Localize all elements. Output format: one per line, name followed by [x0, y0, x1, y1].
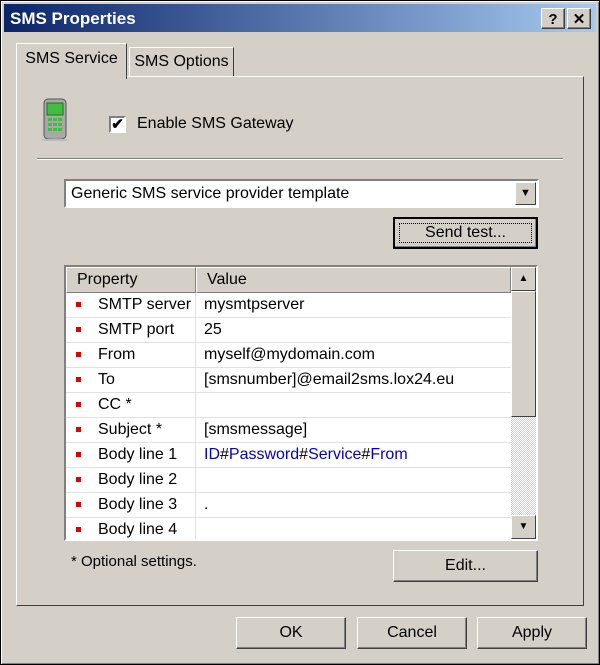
property-value: 25	[204, 321, 222, 338]
bullet-icon	[76, 302, 81, 307]
property-value: .	[204, 496, 209, 513]
property-name: Body line 2	[98, 471, 178, 488]
bullet-icon	[76, 352, 81, 357]
table-row[interactable]: From myself@mydomain.com	[66, 343, 511, 368]
provider-template-select[interactable]: Generic SMS service provider template ▼	[64, 179, 539, 208]
divider	[37, 158, 563, 160]
column-header-property[interactable]: Property	[66, 267, 196, 293]
cancel-button[interactable]: Cancel	[357, 617, 467, 649]
enable-sms-gateway-checkbox[interactable]: ✔	[109, 116, 126, 133]
property-name: SMTP port	[98, 321, 175, 338]
phone-icon	[41, 98, 69, 141]
table-row[interactable]: SMTP port 25	[66, 318, 511, 343]
value-token: Password	[228, 446, 300, 463]
property-name: To	[98, 371, 115, 388]
property-value: [smsmessage]	[204, 421, 308, 438]
help-button[interactable]: ?	[541, 8, 565, 29]
send-test-button[interactable]: Send test...	[393, 217, 538, 249]
table-row[interactable]: Subject * [smsmessage]	[66, 418, 511, 443]
value-token: From	[370, 446, 408, 463]
value-token: ID	[204, 446, 220, 463]
value-separator: #	[299, 446, 309, 463]
table-row[interactable]: CC *	[66, 393, 511, 418]
close-button[interactable]: ✕	[567, 8, 591, 29]
scroll-up-icon[interactable]: ▲	[511, 267, 536, 291]
property-name: Body line 4	[98, 521, 178, 538]
table-row[interactable]: Body line 2	[66, 468, 511, 493]
bullet-icon	[76, 527, 81, 532]
edit-button[interactable]: Edit...	[393, 550, 538, 582]
property-name: Subject *	[98, 421, 163, 438]
property-value: myself@mydomain.com	[204, 346, 375, 363]
table-row[interactable]: SMTP server mysmtpserver	[66, 293, 511, 318]
chevron-down-icon[interactable]: ▼	[515, 182, 536, 205]
table-row[interactable]: Body line 1 ID#Password#Service#From	[66, 443, 511, 468]
vertical-scrollbar[interactable]: ▲ ▼	[511, 267, 536, 539]
tab-sms-service[interactable]: SMS Service	[16, 43, 127, 79]
grid-header: Property Value	[66, 267, 511, 293]
value-token: Service	[308, 446, 362, 463]
property-name: CC *	[98, 396, 132, 413]
enable-sms-gateway-label: Enable SMS Gateway	[137, 115, 294, 132]
property-value	[198, 471, 204, 488]
window-title: SMS Properties	[10, 9, 136, 28]
table-row[interactable]: Body line 4	[66, 518, 511, 539]
scroll-down-icon[interactable]: ▼	[511, 515, 536, 539]
value-separator: #	[220, 446, 229, 463]
bullet-icon	[76, 402, 81, 407]
bullet-icon	[76, 477, 81, 482]
property-value: mysmtpserver	[204, 296, 305, 313]
ok-button[interactable]: OK	[236, 617, 346, 649]
property-grid: Property Value SMTP server mysmtpserver …	[64, 265, 538, 541]
scroll-thumb[interactable]	[511, 291, 536, 417]
property-value: ID#Password#Service#From	[198, 446, 408, 463]
focus-rect	[399, 223, 532, 243]
property-value	[198, 396, 204, 413]
bullet-icon	[76, 502, 81, 507]
value-separator: #	[361, 446, 371, 463]
provider-template-value: Generic SMS service provider template	[71, 185, 350, 202]
bullet-icon	[76, 327, 81, 332]
property-name: Body line 3	[98, 496, 178, 513]
sms-properties-dialog: SMS Properties ? ✕ SMS Service SMS Optio…	[0, 0, 600, 665]
property-name: Body line 1	[98, 446, 178, 463]
tab-sms-options[interactable]: SMS Options	[129, 47, 234, 77]
table-row[interactable]: Body line 3 .	[66, 493, 511, 518]
property-value: [smsnumber]@email2sms.lox24.eu	[204, 371, 455, 388]
title-bar: SMS Properties ? ✕	[4, 4, 596, 32]
property-name: From	[98, 346, 136, 363]
bullet-icon	[76, 377, 81, 382]
property-value	[198, 521, 204, 538]
optional-settings-note: * Optional settings.	[71, 553, 197, 570]
apply-button[interactable]: Apply	[477, 617, 587, 649]
column-header-value[interactable]: Value	[196, 267, 511, 293]
table-row[interactable]: To [smsnumber]@email2sms.lox24.eu	[66, 368, 511, 393]
bullet-icon	[76, 452, 81, 457]
bullet-icon	[76, 427, 81, 432]
property-name: SMTP server	[98, 296, 192, 313]
